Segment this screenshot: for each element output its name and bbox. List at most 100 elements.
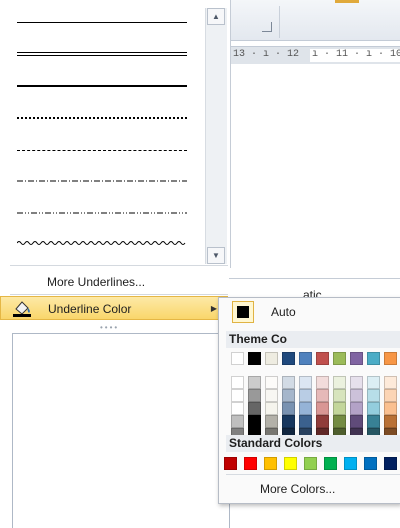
theme-color-swatch[interactable] [384,402,397,415]
ribbon-accent-right [335,0,359,3]
theme-color-swatch[interactable] [248,415,261,428]
theme-color-swatch[interactable] [316,415,329,428]
theme-color-swatch[interactable] [282,415,295,428]
theme-color-swatch[interactable] [248,389,261,402]
dash-dot-dot-line-sample [17,212,187,214]
theme-color-swatch[interactable] [384,376,397,389]
theme-color-swatch[interactable] [384,352,397,365]
underline-color-label: Underline Color [48,302,132,316]
underline-option-wavy[interactable] [15,232,187,262]
theme-color-swatch[interactable] [367,402,380,415]
automatic-color-label[interactable]: Auto [271,305,296,319]
theme-color-swatch[interactable] [384,389,397,402]
theme-color-swatch[interactable] [299,352,312,365]
theme-color-swatch[interactable] [367,376,380,389]
standard-color-swatch[interactable] [324,457,337,470]
paint-bucket-icon [13,301,31,317]
standard-color-swatch[interactable] [224,457,237,470]
theme-color-swatch[interactable] [265,389,278,402]
standard-color-swatch[interactable] [264,457,277,470]
theme-color-swatch[interactable] [367,415,380,428]
theme-colors-header: Theme Co [226,331,400,348]
theme-color-swatch[interactable] [265,376,278,389]
theme-color-swatch[interactable] [248,376,261,389]
theme-color-swatch[interactable] [333,415,346,428]
theme-color-swatch[interactable] [299,389,312,402]
theme-color-swatch[interactable] [231,352,244,365]
wavy-line-sample [17,241,186,245]
theme-color-swatch[interactable] [282,389,295,402]
theme-color-swatch[interactable] [231,389,244,402]
theme-color-swatch[interactable] [282,352,295,365]
theme-color-swatch[interactable] [231,376,244,389]
more-colors-item[interactable]: More Colors... [260,482,335,496]
theme-color-swatch[interactable] [350,376,363,389]
theme-color-swatch[interactable] [316,402,329,415]
theme-color-swatch[interactable] [333,402,346,415]
horizontal-ruler[interactable]: 13 · ı · 12 ı · 11 · ı · 10 [230,46,400,65]
thick-line-sample [17,85,187,87]
underline-option-dash-dot-dot[interactable] [15,200,187,230]
theme-color-swatch[interactable] [333,389,346,402]
theme-color-swatch[interactable] [316,389,329,402]
theme-color-swatch[interactable] [350,352,363,365]
theme-color-swatch[interactable] [265,352,278,365]
theme-color-swatch[interactable] [316,376,329,389]
underline-option-dash-dot[interactable] [15,168,187,198]
more-underlines-item[interactable]: More Underlines... [0,270,228,294]
document-pane [12,333,230,528]
single-line-sample [17,22,187,23]
underline-option-dotted[interactable] [15,104,187,134]
menu-separator [10,294,228,295]
theme-color-swatch[interactable] [350,389,363,402]
theme-color-swatch[interactable] [265,402,278,415]
theme-color-swatch[interactable] [299,376,312,389]
underline-option-dashed[interactable] [15,136,187,166]
theme-color-swatch[interactable] [384,415,397,428]
standard-color-swatch[interactable] [304,457,317,470]
underline-color-item[interactable]: Underline Color ▶ [0,296,228,320]
automatic-color-fill [237,306,249,318]
theme-color-swatch[interactable] [367,352,380,365]
ruler-right-numbers: ı · 11 · ı · 10 [312,49,400,60]
dash-dot-line-sample [17,180,187,182]
double-line-sample-top [17,52,187,53]
theme-color-swatch[interactable] [350,415,363,428]
standard-color-swatch[interactable] [244,457,257,470]
theme-color-swatch[interactable] [299,415,312,428]
theme-color-swatch[interactable] [316,352,329,365]
theme-color-swatch[interactable] [299,402,312,415]
dialog-launcher-icon[interactable] [262,22,272,32]
dashed-line-sample [17,150,187,151]
double-line-sample-bottom [17,55,187,56]
standard-color-swatch[interactable] [344,457,357,470]
theme-color-swatch[interactable] [282,376,295,389]
gallery-scrollbar[interactable]: ▲ ▼ [205,8,227,264]
theme-color-swatch[interactable] [231,402,244,415]
theme-color-swatch[interactable] [231,415,244,428]
ribbon-separator [279,6,280,38]
underline-option-double[interactable] [15,40,187,70]
ruler-left-numbers: 13 · ı · 12 [233,49,300,60]
automatic-color-swatch[interactable] [232,301,254,323]
theme-color-swatch[interactable] [333,376,346,389]
palette-separator [226,474,400,475]
theme-color-swatch[interactable] [350,402,363,415]
dotted-line-sample [17,117,187,119]
ribbon-background [230,0,400,41]
scroll-up-button[interactable]: ▲ [207,8,225,25]
resize-grip[interactable]: •••• [100,323,119,332]
theme-color-swatch[interactable] [367,389,380,402]
scroll-down-button[interactable]: ▼ [207,247,225,264]
standard-color-swatch[interactable] [384,457,397,470]
underline-option-thick[interactable] [15,72,187,102]
theme-color-swatch[interactable] [265,415,278,428]
theme-color-swatch[interactable] [248,352,261,365]
theme-color-swatch[interactable] [248,402,261,415]
standard-color-swatch[interactable] [364,457,377,470]
underline-option-single[interactable] [15,10,187,40]
theme-color-swatch[interactable] [333,352,346,365]
standard-color-swatch[interactable] [284,457,297,470]
theme-color-swatch[interactable] [282,402,295,415]
more-underlines-label: More Underlines... [47,275,146,289]
